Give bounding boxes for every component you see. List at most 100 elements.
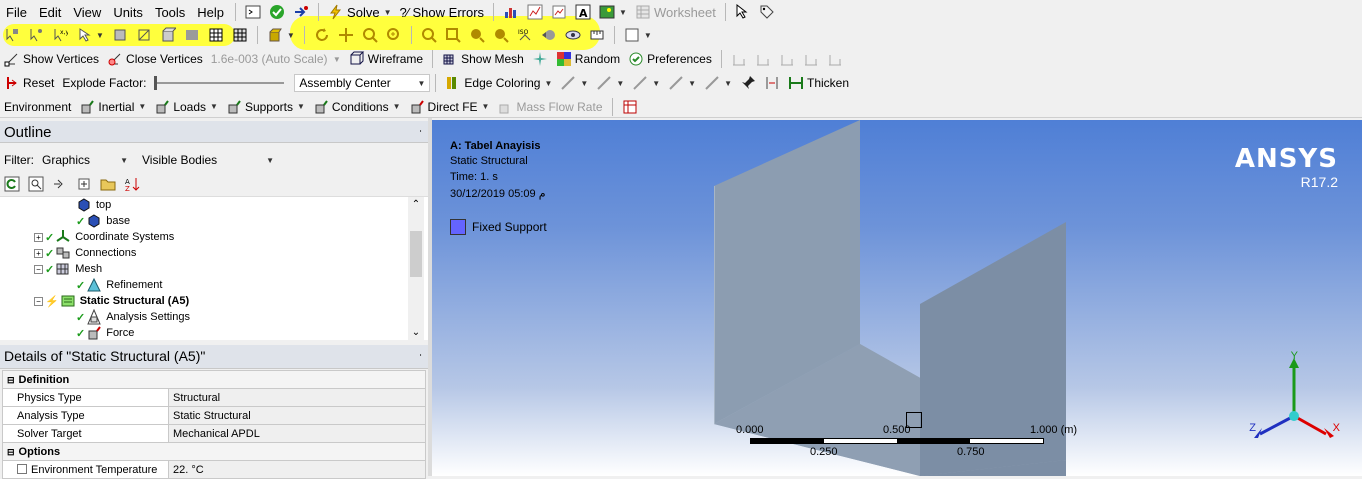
show-errors-button[interactable]: ?⁄ Show Errors — [396, 2, 489, 22]
pin-icon[interactable]: ∙ — [419, 349, 422, 361]
report-button[interactable] — [547, 2, 571, 22]
snap-tool-5[interactable] — [823, 49, 847, 69]
tree-item-force[interactable]: ✓ Force — [76, 325, 134, 341]
select-element-button[interactable] — [180, 25, 204, 45]
search-tree-button[interactable] — [24, 174, 48, 194]
viewport-layout-button[interactable]: ▼ — [620, 25, 656, 45]
collapse-toggle-icon[interactable]: ⊟ — [7, 447, 15, 457]
menu-file[interactable]: File — [0, 5, 33, 20]
zoom-button[interactable] — [358, 25, 382, 45]
filter-dropdown[interactable]: Graphics ▼ — [38, 150, 132, 170]
chart-button[interactable] — [499, 2, 523, 22]
pin-icon[interactable]: ∙ — [419, 125, 422, 137]
zoom-fit-button[interactable] — [417, 25, 441, 45]
details-row-solver-target[interactable]: Solver Target Mechanical APDL — [2, 424, 426, 443]
tree-scrollbar[interactable]: ⌃ ⌄ — [408, 197, 424, 341]
snap-tool-3[interactable] — [775, 49, 799, 69]
refresh-tree-button[interactable] — [0, 174, 24, 194]
menu-view[interactable]: View — [67, 5, 107, 20]
folder-button[interactable] — [96, 174, 120, 194]
mass-flow-rate-button[interactable]: Mass Flow Rate — [493, 97, 606, 117]
worksheet-button[interactable]: Worksheet — [631, 2, 720, 22]
command-window-button[interactable] — [241, 2, 265, 22]
random-colors-button[interactable]: Random — [552, 49, 624, 69]
mesh-select-button[interactable] — [204, 25, 228, 45]
loads-button[interactable]: Loads ▼ — [150, 97, 222, 117]
select-body-button[interactable] — [156, 25, 180, 45]
expand-toggle[interactable]: + — [34, 232, 43, 242]
sort-button[interactable]: AZ — [120, 174, 144, 194]
edge-style-3[interactable]: ▼ — [628, 73, 664, 93]
details-section-definition[interactable]: ⊟ Definition — [2, 370, 426, 389]
mesh-select2-button[interactable] — [228, 25, 252, 45]
iso-view-button[interactable]: ISO — [513, 25, 537, 45]
inertial-button[interactable]: Inertial ▼ — [75, 97, 150, 117]
conditions-button[interactable]: Conditions ▼ — [309, 97, 405, 117]
previous-view-button[interactable] — [537, 25, 561, 45]
preferences-button[interactable]: Preferences — [624, 49, 716, 69]
zoom-box-button[interactable] — [441, 25, 465, 45]
supports-button[interactable]: Supports ▼ — [222, 97, 309, 117]
tree-item-coordinate-systems[interactable]: + ✓ Coordinate Systems — [34, 229, 174, 245]
wireframe-button[interactable]: Wireframe — [345, 49, 427, 69]
close-vertices-button[interactable]: Close Vertices — [103, 49, 207, 69]
tree-item-mesh[interactable]: − ✓ Mesh — [34, 261, 102, 277]
pan-button[interactable] — [334, 25, 358, 45]
collapse-toggle-icon[interactable]: ⊟ — [7, 375, 15, 385]
details-row-analysis-type[interactable]: Analysis Type Static Structural — [2, 406, 426, 425]
tree-item-top[interactable]: top — [76, 197, 111, 213]
select-coordinates-button[interactable]: x,y — [48, 25, 72, 45]
select-mode-button[interactable]: ▼ — [72, 25, 108, 45]
tolerance-dropdown[interactable]: 1.6e-003 (Auto Scale) ▼ — [207, 49, 345, 69]
tree-button[interactable] — [289, 2, 313, 22]
scroll-up-arrow[interactable]: ⌃ — [408, 197, 424, 213]
menu-edit[interactable]: Edit — [33, 5, 67, 20]
select-point-button[interactable] — [0, 25, 24, 45]
snap-tool-4[interactable] — [799, 49, 823, 69]
worksheet-view-button[interactable] — [618, 97, 642, 117]
collapse-tree-button[interactable] — [48, 174, 72, 194]
zoom-out-button[interactable] — [489, 25, 513, 45]
snap-tool-2[interactable] — [751, 49, 775, 69]
snap-tool-1[interactable] — [727, 49, 751, 69]
menu-tools[interactable]: Tools — [149, 5, 191, 20]
assembly-center-dropdown[interactable]: Assembly Center ▼ — [294, 74, 431, 92]
tree-item-analysis-settings[interactable]: ✓ Analysis Settings — [76, 309, 190, 325]
zoom-in-button[interactable] — [465, 25, 489, 45]
edge-style-5[interactable]: ▼ — [700, 73, 736, 93]
show-mesh-button[interactable]: Show Mesh — [438, 49, 528, 69]
image-button[interactable]: ▼ — [595, 2, 631, 22]
scroll-thumb[interactable] — [410, 231, 422, 277]
menu-help[interactable]: Help — [191, 5, 230, 20]
rotate-button[interactable] — [310, 25, 334, 45]
collapse-toggle[interactable]: − — [34, 296, 43, 306]
select-edge-button[interactable] — [132, 25, 156, 45]
edge-style-1[interactable]: ▼ — [556, 73, 592, 93]
details-section-options[interactable]: ⊟ Options — [2, 442, 426, 461]
expand-all-button[interactable] — [72, 174, 96, 194]
explode-view-button[interactable] — [528, 49, 552, 69]
graphics-viewport[interactable]: A: Tabel Anayisis Static Structural Time… — [432, 120, 1362, 476]
check-button[interactable] — [265, 2, 289, 22]
edge-coloring-button[interactable]: Edge Coloring ▼ — [441, 73, 556, 93]
extend-select-button[interactable]: ▼ — [263, 25, 299, 45]
probe-button[interactable] — [523, 2, 547, 22]
tree-item-connections[interactable]: + ✓ Connections — [34, 245, 136, 261]
menu-units[interactable]: Units — [107, 5, 149, 20]
slider-thumb[interactable] — [154, 76, 158, 90]
ruler-button[interactable] — [585, 25, 609, 45]
select-face-button[interactable] — [108, 25, 132, 45]
collapse-toggle[interactable]: − — [34, 264, 43, 274]
look-at-button[interactable] — [561, 25, 585, 45]
expand-toggle[interactable]: + — [34, 248, 43, 258]
solve-button[interactable]: Solve ▼ — [324, 2, 395, 22]
checkbox[interactable] — [17, 463, 27, 474]
tree-item-static-structural[interactable]: − ⚡ Static Structural (A5) — [34, 293, 189, 309]
tree-item-refinement[interactable]: ✓ Refinement — [76, 277, 162, 293]
box-zoom-button[interactable] — [382, 25, 406, 45]
select-vertex-button[interactable] — [24, 25, 48, 45]
explode-factor-slider[interactable] — [150, 73, 290, 93]
direct-fe-button[interactable]: Direct FE ▼ — [405, 97, 494, 117]
thicken-button[interactable]: Thicken — [784, 73, 853, 93]
show-vertices-button[interactable]: Show Vertices — [0, 49, 103, 69]
